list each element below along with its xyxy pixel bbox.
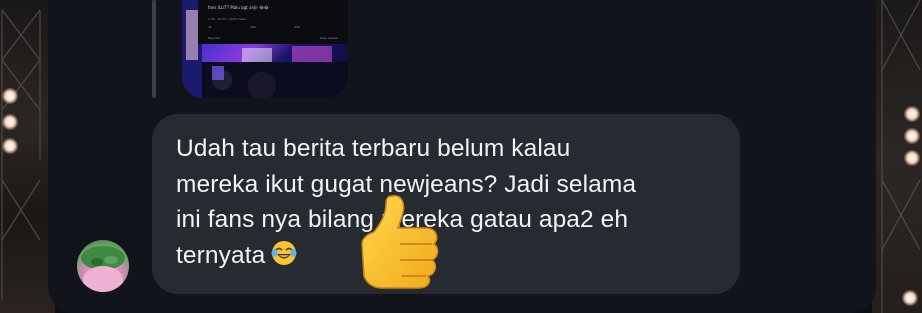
stage-light [2,138,18,154]
message-line: Udah tau berita terbaru belum kalau [176,135,571,162]
stage-light [2,88,18,104]
background-right-stage [872,0,922,313]
stage-truss-graphic [1,9,41,300]
reply-count: 41 [208,25,212,29]
tweet-text: fans ILLIT? Malu bgt anjir 😂😂 [208,5,269,10]
avatar-image [81,246,125,292]
background-left-stage [0,0,55,313]
face-with-tears-of-joy-icon [271,240,297,265]
message-line: ternyata [176,241,266,269]
message-text: Udah tau berita terbaru belum kalau mere… [176,131,736,273]
thumbs-up-icon[interactable] [352,192,440,290]
stage-light [2,114,18,130]
tweet-meta: 1:00 · 01/10 · 103K Views [208,17,247,21]
sender-avatar[interactable] [77,240,129,292]
tweet-screenshot: fans ILLIT? Malu bgt anjir 😂😂 1:00 · 01/… [198,0,348,44]
tweet-footer-left: Reposts [208,36,220,40]
stage-light [904,128,920,144]
shared-post-card[interactable]: fans ILLIT? Malu bgt anjir 😂😂 1:00 · 01/… [182,0,348,98]
like-count: 450 [294,25,300,29]
tweet-footer-right: View quotes [319,36,338,40]
stage-light [904,150,920,166]
reply-thread-line [152,0,156,98]
stage-light [904,106,920,122]
tweet-actions: 41 209 450 [208,25,338,30]
repost-count: 209 [250,25,256,29]
stage-light [902,290,918,306]
